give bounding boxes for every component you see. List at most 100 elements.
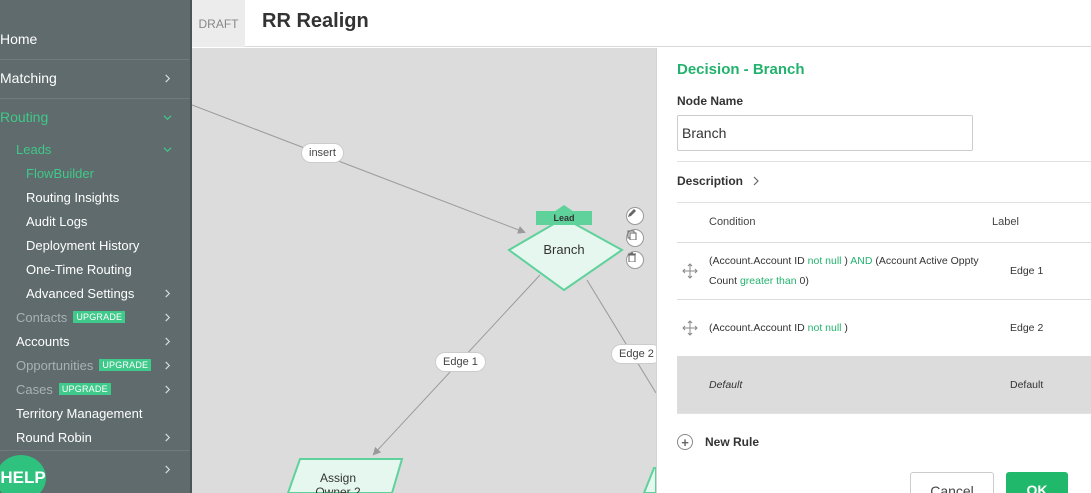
flow-connectors	[192, 104, 656, 493]
assign-owner-line1: Assign	[319, 471, 357, 485]
sidebar-item-opportunities[interactable]: Opportunities UPGRADE	[0, 354, 190, 376]
status-badge: DRAFT	[192, 0, 245, 47]
chevron-right-icon	[165, 336, 171, 346]
edge-insert-line[interactable]	[192, 104, 526, 234]
condition-field: (Account.Account ID	[709, 322, 805, 334]
sidebar-item-label: Leads	[16, 141, 52, 157]
condition-operator: not null	[807, 322, 842, 334]
condition-value: 0)	[799, 275, 809, 287]
sidebar-item-label: Round Robin	[16, 429, 92, 445]
node-name-input[interactable]: Branch	[677, 115, 973, 151]
edge-label-insert[interactable]: insert	[302, 144, 343, 162]
rule-label: Edge 1	[1010, 265, 1044, 277]
new-rule-button[interactable]: + New Rule	[677, 434, 759, 450]
chevron-right-icon	[165, 288, 171, 298]
default-rule-row[interactable]: Default Default	[677, 356, 1091, 413]
page-title: RR Realign	[262, 10, 369, 32]
chevron-right-icon	[165, 312, 171, 322]
rule-label: Edge 2	[1010, 322, 1044, 334]
drag-handle-icon[interactable]	[681, 262, 699, 280]
sidebar-item-routing-insights[interactable]: Routing Insights	[0, 186, 190, 208]
chevron-right-icon	[753, 176, 759, 186]
chevron-down-icon	[163, 114, 172, 120]
sidebar-item-cases[interactable]: Cases UPGRADE	[0, 378, 190, 400]
condition-text: )	[844, 322, 848, 334]
sidebar-item-label: Routing Insights	[26, 189, 120, 205]
sidebar-item-label: Deployment History	[26, 237, 140, 253]
delete-node-button[interactable]	[626, 251, 644, 269]
sidebar-item-label: Routing	[0, 109, 49, 125]
label-column-header: Label	[992, 216, 1019, 228]
sidebar-nav: Home Matching Routing Leads FlowBuilder …	[0, 0, 190, 493]
chevron-right-icon	[165, 432, 171, 442]
divider	[677, 202, 1091, 203]
sidebar-item-label: Opportunities	[16, 357, 94, 373]
plus-icon: +	[677, 434, 693, 450]
rule-condition: (Account.Account ID not null ) AND (Acco…	[709, 251, 1009, 291]
sidebar-item-audit-logs[interactable]: Audit Logs	[0, 210, 190, 232]
sidebar-item-routing[interactable]: Routing	[0, 106, 190, 128]
branch-node-label: Branch	[543, 242, 585, 257]
condition-text: )	[844, 255, 848, 267]
flow-canvas[interactable]: insert Edge 1 Edge 2 Lead Branch Assign …	[192, 48, 656, 493]
sidebar-item-flowbuilder[interactable]: FlowBuilder	[0, 162, 190, 184]
edit-node-button[interactable]	[626, 207, 644, 225]
upgrade-badge: UPGRADE	[99, 359, 152, 371]
sidebar-divider	[0, 59, 190, 60]
partial-node-shape[interactable]	[642, 467, 656, 493]
rule-row[interactable]: (Account.Account ID not null ) AND (Acco…	[677, 242, 1091, 299]
help-label: HELP	[0, 468, 46, 487]
assign-owner-line2: Owner 2	[315, 485, 361, 493]
default-condition: Default	[709, 379, 743, 391]
sidebar-item-accounts[interactable]: Accounts	[0, 330, 190, 352]
sidebar-item-advanced-settings[interactable]: Advanced Settings	[0, 282, 190, 304]
default-label: Default	[1010, 379, 1044, 391]
sidebar-item-territory-management[interactable]: Territory Management	[0, 402, 190, 424]
pencil-icon	[628, 209, 636, 217]
assign-owner-node-label: Assign Owner 2	[298, 471, 378, 493]
divider	[677, 161, 1091, 162]
node-settings-panel: Decision - Branch Node Name Branch Descr…	[656, 48, 1091, 493]
trash-icon	[628, 252, 636, 262]
node-name-label: Node Name	[677, 94, 744, 108]
ok-button[interactable]: OK	[1006, 472, 1068, 493]
chevron-right-icon	[165, 464, 171, 474]
sidebar-divider	[0, 450, 190, 451]
sidebar-item-one-time-routing[interactable]: One-Time Routing	[0, 258, 190, 280]
copy-icon	[627, 230, 637, 240]
sidebar-item-deployment-history[interactable]: Deployment History	[0, 234, 190, 256]
sidebar-item-contacts[interactable]: Contacts UPGRADE	[0, 306, 190, 328]
description-label: Description	[677, 174, 744, 188]
sidebar-item-label: Audit Logs	[26, 213, 88, 229]
sidebar-item-leads[interactable]: Leads	[0, 138, 190, 160]
divider	[677, 413, 1091, 414]
chevron-right-icon	[165, 360, 171, 370]
edge-2-line[interactable]	[586, 279, 656, 394]
sidebar-item-label: Home	[0, 31, 38, 47]
sidebar-item-round-robin[interactable]: Round Robin	[0, 426, 190, 448]
condition-column-header: Condition	[709, 216, 756, 228]
sidebar-item-label: FlowBuilder	[26, 165, 94, 181]
description-toggle[interactable]: Description	[677, 174, 761, 188]
page-header: DRAFT RR Realign	[192, 0, 1091, 47]
sidebar-item-label: Territory Management	[16, 405, 143, 421]
copy-node-button[interactable]	[626, 229, 644, 247]
sidebar-item-label: One-Time Routing	[26, 261, 132, 277]
condition-field: (Account.Account ID	[709, 255, 805, 267]
drag-handle-icon[interactable]	[681, 319, 699, 337]
edge-label-1[interactable]: Edge 1	[436, 353, 485, 371]
upgrade-badge: UPGRADE	[58, 383, 111, 395]
rule-row[interactable]: (Account.Account ID not null ) Edge 2	[677, 299, 1091, 356]
sidebar-item-label: Contacts	[16, 309, 68, 325]
condition-conjunction: AND	[850, 255, 873, 267]
sidebar-item-matching[interactable]: Matching	[0, 67, 190, 89]
sidebar-item-label: Cases	[16, 381, 53, 397]
rule-condition: (Account.Account ID not null )	[709, 318, 1009, 338]
sidebar-item-label: Accounts	[16, 333, 70, 349]
sidebar-item-home[interactable]: Home	[0, 28, 190, 50]
sidebar-item-label: Advanced Settings	[26, 285, 135, 301]
cancel-button[interactable]: Cancel	[910, 472, 994, 493]
upgrade-badge: UPGRADE	[73, 311, 126, 323]
chevron-right-icon	[165, 384, 171, 394]
edge-label-2[interactable]: Edge 2	[612, 345, 656, 363]
